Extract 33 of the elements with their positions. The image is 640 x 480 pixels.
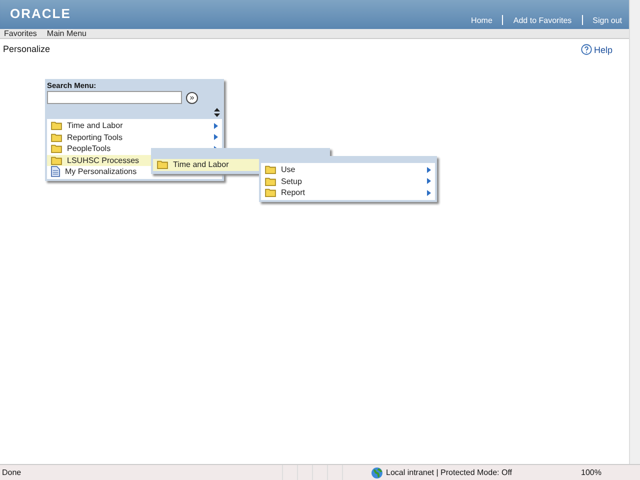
menu-item-label: My Personalizations: [65, 167, 137, 176]
page-title: Personalize: [3, 44, 50, 54]
search-field[interactable]: [47, 91, 182, 104]
menu-item[interactable]: Report: [261, 187, 435, 198]
folder-icon: [51, 156, 62, 165]
menu-bar-item[interactable]: Main Menu: [46, 29, 86, 38]
folder-icon: [265, 188, 276, 198]
menu-item[interactable]: Time and Labor: [47, 120, 222, 132]
menu-item[interactable]: Setup: [261, 176, 435, 187]
status-text: Done: [1, 468, 22, 477]
oracle-logo: ORACLE: [10, 6, 71, 21]
folder-icon: [157, 160, 168, 170]
go-button[interactable]: »: [186, 92, 198, 104]
folder-icon: [51, 132, 62, 142]
menu-item-label: Time and Labor: [67, 121, 123, 130]
globe-icon: [371, 466, 383, 478]
sort-icon: [214, 108, 220, 117]
folder-icon: [51, 121, 62, 130]
menu-item[interactable]: Reporting Tools: [47, 132, 222, 143]
help-link[interactable]: Help: [581, 44, 613, 55]
zoom-level[interactable]: 100%: [581, 468, 602, 477]
menu-item-label: Report: [281, 188, 306, 198]
folder-icon: [265, 176, 276, 186]
document-icon: [51, 166, 60, 178]
menu-item[interactable]: PeopleTools: [47, 143, 222, 154]
menu-item-label: PeopleTools: [67, 144, 111, 154]
menu-bar-item[interactable]: Favorites: [4, 29, 37, 38]
menu-item-label: Reporting Tools: [67, 132, 122, 142]
folder-icon: [265, 165, 276, 174]
menu-item-label: Setup: [281, 176, 302, 186]
help-icon: [581, 44, 592, 55]
security-zone: Local intranet | Protected Mode: Off: [371, 466, 531, 478]
menu-item-label: LSUHSC Processes: [67, 156, 140, 165]
